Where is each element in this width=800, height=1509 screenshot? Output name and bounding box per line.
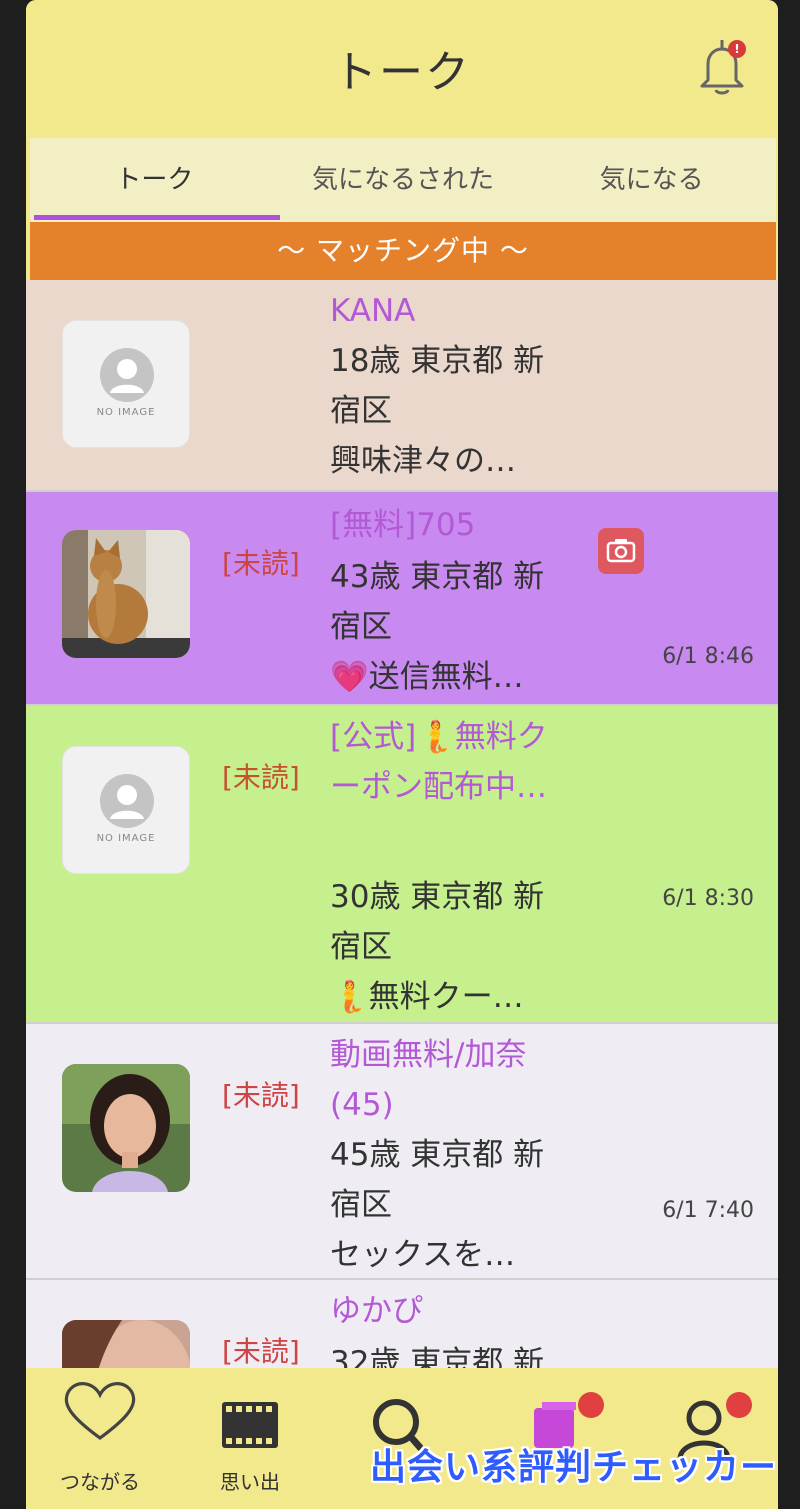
no-image-label: NO IMAGE <box>96 407 156 418</box>
nav-label: つながる <box>60 1470 140 1494</box>
talk-time: 6/1 7:40 <box>662 1198 754 1223</box>
photo-attachment-badge <box>598 528 644 574</box>
avatar-woman-photo-2 <box>62 1320 190 1368</box>
phone-screen: トーク ! トーク 気になるされた 気になる 〜 マッチング中 〜 NO IMA… <box>26 0 778 1509</box>
active-tab-indicator <box>34 215 280 220</box>
person-placeholder-icon <box>100 774 154 828</box>
talk-message: セックスを… <box>330 1237 516 1273</box>
unread-label: [未読] <box>222 1079 300 1112</box>
matching-section-banner: 〜 マッチング中 〜 <box>30 222 776 280</box>
talk-profile: 18歳 東京都 新宿区 <box>330 343 545 429</box>
tab-talk[interactable]: トーク <box>30 138 279 222</box>
talk-row-yukapi[interactable]: [未読] ゆかぴ 32歳 東京都 新宿区 <box>26 1280 778 1368</box>
woman-photo-2-image <box>62 1320 190 1368</box>
watermark-text: 出会い系評判チェッカー <box>370 1447 778 1488</box>
avatar-no-image: NO IMAGE <box>62 746 190 874</box>
unread-label: [未読] <box>222 547 300 580</box>
nav-label: 思い出 <box>220 1470 280 1494</box>
talk-name: 動画無料/加奈(45) <box>330 1037 527 1123</box>
cat-photo-image <box>62 530 190 658</box>
talk-row-official[interactable]: NO IMAGE [未読] [公式]🧜無料クーポン配布中… 30歳 東京都 新宿… <box>26 706 778 1024</box>
talk-tabs: トーク 気になるされた 気になる <box>30 138 776 222</box>
talk-badge-dot <box>578 1392 604 1418</box>
avatar-woman-photo <box>62 1064 190 1192</box>
tab-liked-by[interactable]: 気になるされた <box>279 138 528 222</box>
page-title: トーク <box>333 47 471 98</box>
talk-time: 6/1 8:30 <box>662 886 754 911</box>
talk-message: 💗送信無料… <box>330 659 524 695</box>
nav-tsunagaru[interactable]: つながる <box>30 1368 170 1509</box>
tab-liked[interactable]: 気になる <box>527 138 776 222</box>
talk-row-705[interactable]: [未読] [無料]705 43歳 東京都 新宿区 💗送信無料… 6/1 8:46 <box>26 492 778 706</box>
no-image-label: NO IMAGE <box>96 833 156 844</box>
film-icon <box>222 1402 278 1448</box>
talk-message: 興味津々の… <box>330 443 516 479</box>
app-header: トーク ! <box>26 0 778 138</box>
talk-profile: 43歳 東京都 新宿区 <box>330 559 545 645</box>
talk-name: ゆかぴ <box>330 1293 423 1329</box>
talk-name: [公式]🧜無料クーポン配布中… <box>330 719 548 805</box>
unread-label: [未読] <box>222 761 300 794</box>
talk-profile: 45歳 東京都 新宿区 <box>330 1137 545 1223</box>
talk-message: 🧜無料クー… <box>330 979 524 1015</box>
person-placeholder-icon <box>100 348 154 402</box>
camera-icon <box>606 539 636 563</box>
avatar-cat-photo <box>62 530 190 658</box>
talk-row-kana-45[interactable]: [未読] 動画無料/加奈(45) 45歳 東京都 新宿区 セックスを… 6/1 … <box>26 1024 778 1280</box>
notification-badge: ! <box>728 40 746 58</box>
avatar-no-image: NO IMAGE <box>62 320 190 448</box>
unread-label: [未読] <box>222 1335 300 1368</box>
talk-profile: 30歳 東京都 新宿区 <box>330 879 545 965</box>
talk-list: NO IMAGE KANA 18歳 東京都 新宿区 興味津々の… [未読] [無… <box>26 280 778 1368</box>
talk-time: 6/1 8:46 <box>662 644 754 669</box>
mypage-badge-dot <box>726 1392 752 1418</box>
nav-omoide[interactable]: 思い出 <box>180 1368 320 1509</box>
woman-photo-image <box>62 1064 190 1192</box>
talk-name: KANA <box>330 293 416 329</box>
talk-row-kana[interactable]: NO IMAGE KANA 18歳 東京都 新宿区 興味津々の… <box>26 280 778 492</box>
heart-icon <box>64 1381 136 1440</box>
talk-name: [無料]705 <box>330 507 476 543</box>
talk-profile: 32歳 東京都 新宿区 <box>330 1345 545 1368</box>
